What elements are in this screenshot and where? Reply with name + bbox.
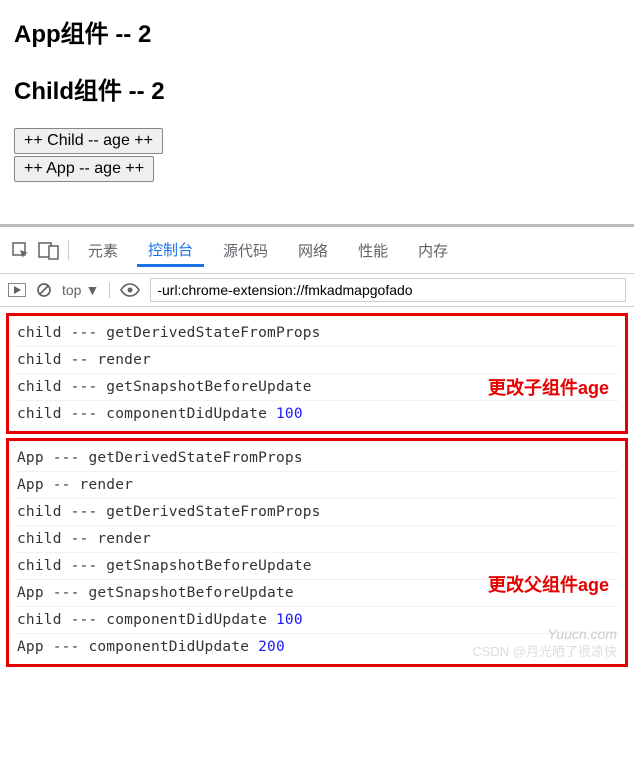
child-age-button[interactable]: ++ Child -- age ++ [14,128,163,154]
chevron-down-icon: ▼ [85,282,99,298]
group-label-app: 更改父组件age [488,571,609,597]
inspect-icon[interactable] [10,240,30,260]
watermark-author: CSDN @月光晒了很凉快 [472,641,617,660]
devtools-tabs: 元素 控制台 源代码 网络 性能 内存 [0,227,634,274]
eye-icon[interactable] [120,283,140,297]
log-group-child: 更改子组件age child --- getDerivedStateFromPr… [6,313,628,434]
tab-memory[interactable]: 内存 [407,234,459,267]
app-content: App组件 -- 2 Child组件 -- 2 ++ Child -- age … [0,0,634,198]
log-line: child -- render [15,526,619,553]
tab-elements[interactable]: 元素 [77,234,129,267]
app-age-button[interactable]: ++ App -- age ++ [14,156,154,182]
filter-input[interactable] [150,278,626,302]
tab-sources[interactable]: 源代码 [212,234,279,267]
log-number: 100 [276,406,303,422]
tab-performance[interactable]: 性能 [347,234,399,267]
log-line: App --- getDerivedStateFromProps [15,445,619,472]
console-body: 更改子组件age child --- getDerivedStateFromPr… [0,307,634,677]
log-number: 200 [258,639,285,655]
log-line: child --- componentDidUpdate 100 [15,401,619,427]
app-heading: App组件 -- 2 [14,14,620,49]
log-group-app: 更改父组件age App --- getDerivedStateFromProp… [6,438,628,667]
play-icon[interactable] [8,283,26,297]
button-group: ++ Child -- age ++ ++ App -- age ++ [14,128,620,182]
log-line: child --- componentDidUpdate 100 [15,607,619,634]
log-number: 100 [276,612,303,628]
tab-network[interactable]: 网络 [287,234,339,267]
tab-console[interactable]: 控制台 [137,233,204,267]
devtools-panel: 元素 控制台 源代码 网络 性能 内存 top ▼ 更改子组件age child… [0,224,634,677]
log-line: child -- render [15,347,619,374]
child-heading: Child组件 -- 2 [14,71,620,106]
log-line: child --- getDerivedStateFromProps [15,320,619,347]
watermark-site: Yuucn.com [547,626,617,642]
context-selector[interactable]: top ▼ [62,282,110,298]
console-toolbar: top ▼ [0,274,634,307]
log-line: child --- getDerivedStateFromProps [15,499,619,526]
context-label: top [62,282,81,298]
device-icon[interactable] [38,240,60,260]
clear-icon[interactable] [36,282,52,298]
log-line: App -- render [15,472,619,499]
group-label-child: 更改子组件age [488,374,609,400]
